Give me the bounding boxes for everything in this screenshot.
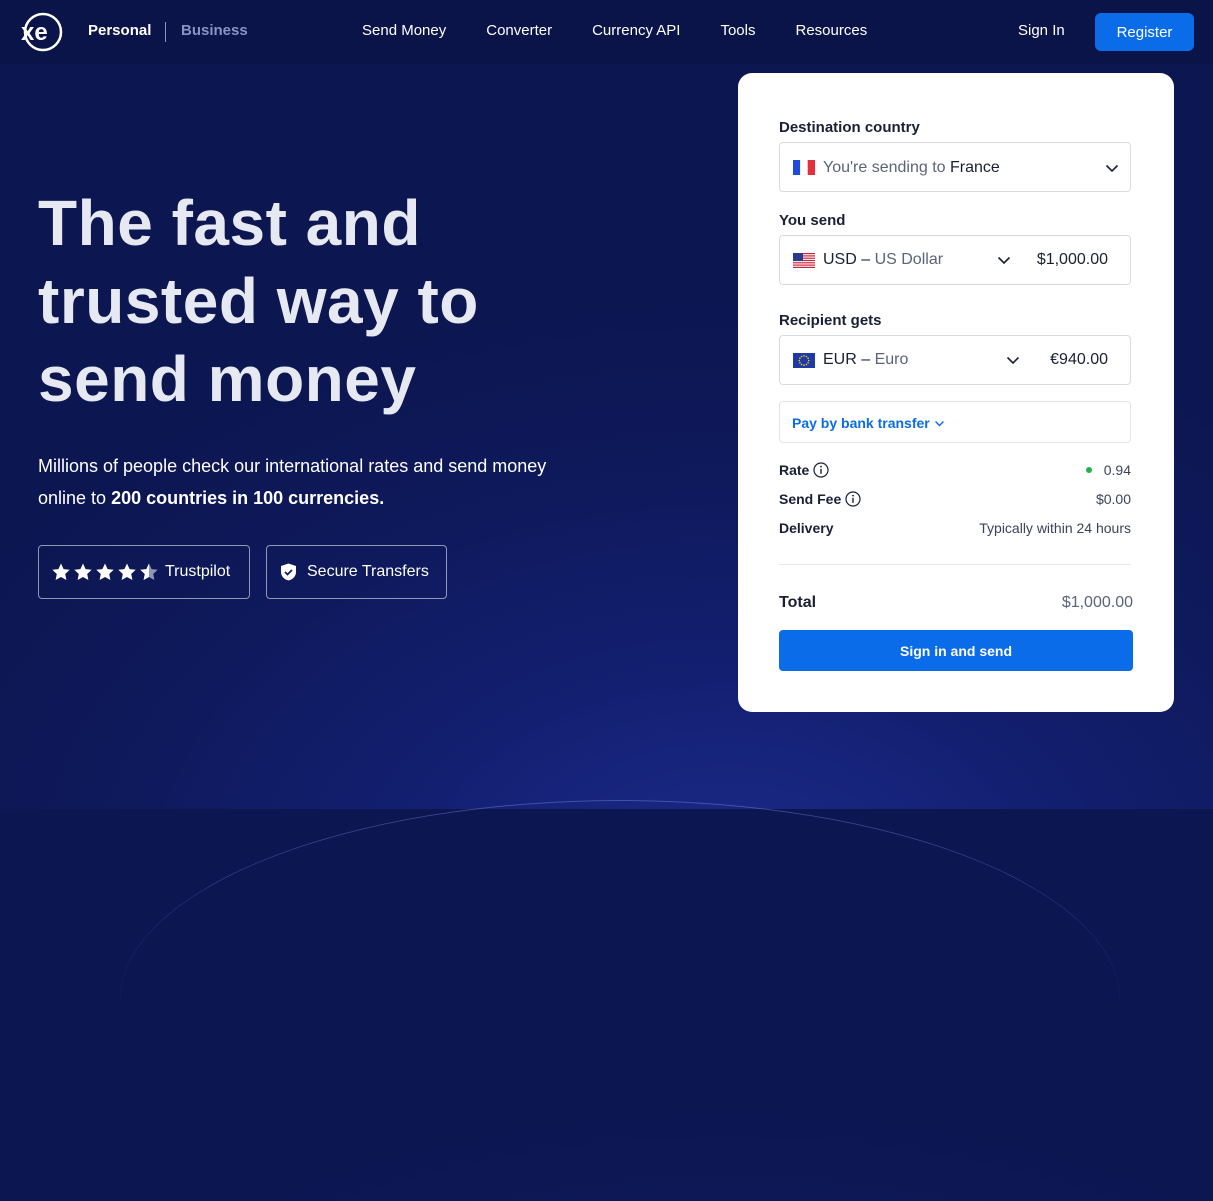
xe-logo[interactable]: xe xyxy=(18,12,68,52)
send-amount-input[interactable]: $1,000.00 xyxy=(1037,251,1108,269)
sign-in-and-send-button[interactable]: Sign in and send xyxy=(779,630,1133,671)
us-flag-icon xyxy=(793,253,815,268)
hero-title-line-1: The fast and xyxy=(38,187,421,259)
hero-title-line-3: send money xyxy=(38,343,417,415)
star-icon xyxy=(118,563,136,580)
send-currency-text[interactable]: USD – US Dollar xyxy=(823,251,943,269)
rate-value-group: 0.94 xyxy=(1085,462,1131,478)
nav-personal[interactable]: Personal xyxy=(88,22,151,39)
recipient-currency-text[interactable]: EUR – Euro xyxy=(823,351,908,369)
nav-converter[interactable]: Converter xyxy=(486,22,552,39)
info-icon[interactable] xyxy=(813,462,829,478)
chevron-down-icon[interactable] xyxy=(1006,353,1020,367)
recipient-amount-input[interactable]: €940.00 xyxy=(1050,351,1108,369)
delivery-label: Delivery xyxy=(779,520,834,536)
destination-prefix: You're sending to xyxy=(823,159,946,176)
half-star-icon xyxy=(140,563,158,580)
recipient-currency-code: EUR – xyxy=(823,351,871,368)
chevron-down-icon xyxy=(934,420,944,426)
divider xyxy=(779,564,1131,565)
destination-text: You're sending to France xyxy=(823,159,1000,177)
hero-subtitle-highlight: 200 countries in 100 currencies. xyxy=(111,488,385,508)
rate-row: Rate 0.94 xyxy=(779,462,1131,482)
destination-country: France xyxy=(950,159,1000,176)
delivery-row: Delivery Typically within 24 hours xyxy=(779,520,1131,540)
nav-separator xyxy=(165,22,166,42)
nav-resources[interactable]: Resources xyxy=(796,22,868,39)
send-currency-code: USD – xyxy=(823,251,871,268)
fee-label: Send Fee xyxy=(779,491,842,507)
send-money-card: Destination country You're sending to Fr… xyxy=(738,73,1174,712)
hero-title-line-2: trusted way to xyxy=(38,265,479,337)
destination-select[interactable]: You're sending to France xyxy=(779,142,1131,192)
hero-title: The fast and trusted way to send money xyxy=(38,184,638,418)
top-nav: xe Personal Business Send Money Converte… xyxy=(0,0,1213,64)
you-send-label: You send xyxy=(779,212,846,229)
chevron-down-icon xyxy=(1105,164,1119,173)
trustpilot-label: Trustpilot xyxy=(165,563,231,580)
recipient-currency-name: Euro xyxy=(874,351,909,368)
star-icon xyxy=(96,563,114,580)
recipient-gets-label: Recipient gets xyxy=(779,312,882,329)
fee-row: Send Fee $0.00 xyxy=(779,491,1131,511)
register-button[interactable]: Register xyxy=(1095,13,1194,51)
info-icon[interactable] xyxy=(845,491,861,507)
rate-live-dot xyxy=(1085,467,1092,473)
total-value: $1,000.00 xyxy=(1061,594,1133,611)
france-flag-icon xyxy=(793,160,815,175)
secure-transfers-badge[interactable]: Secure Transfers xyxy=(266,545,447,599)
nav-links: Send Money Converter Currency API Tools … xyxy=(362,22,867,39)
hero-subtitle: Millions of people check our internation… xyxy=(38,450,558,514)
secure-transfers-label: Secure Transfers xyxy=(307,563,429,580)
chevron-down-icon[interactable] xyxy=(997,253,1011,267)
pay-method-dropdown[interactable]: Pay by bank transfer xyxy=(792,415,945,431)
pay-method-label: Pay by bank transfer xyxy=(792,415,930,431)
shield-icon xyxy=(281,563,296,581)
rate-label: Rate xyxy=(779,462,810,478)
nav-send-money[interactable]: Send Money xyxy=(362,22,446,39)
rate-label-group: Rate xyxy=(779,462,829,478)
trustpilot-stars xyxy=(51,562,159,582)
send-currency-field[interactable]: USD – US Dollar $1,000.00 xyxy=(779,235,1131,285)
star-icon xyxy=(74,563,92,580)
payment-method-box: Pay by bank transfer xyxy=(779,401,1131,443)
rate-value: 0.94 xyxy=(1103,462,1131,478)
nav-currency-api[interactable]: Currency API xyxy=(592,22,680,39)
destination-label: Destination country xyxy=(779,119,920,136)
sign-in-link[interactable]: Sign In xyxy=(1018,22,1065,39)
trustpilot-badge[interactable]: Trustpilot xyxy=(38,545,250,599)
background-arc xyxy=(120,800,1120,1201)
nav-business[interactable]: Business xyxy=(181,22,248,39)
star-icon xyxy=(52,563,70,580)
fee-value: $0.00 xyxy=(1095,491,1131,507)
svg-text:xe: xe xyxy=(21,19,48,46)
send-currency-name: US Dollar xyxy=(874,251,944,268)
nav-tools[interactable]: Tools xyxy=(720,22,755,39)
recipient-currency-field[interactable]: EUR – Euro €940.00 xyxy=(779,335,1131,385)
eu-flag-icon xyxy=(793,353,815,368)
fee-label-group: Send Fee xyxy=(779,491,861,507)
total-label: Total xyxy=(779,594,817,611)
delivery-value: Typically within 24 hours xyxy=(979,520,1131,536)
